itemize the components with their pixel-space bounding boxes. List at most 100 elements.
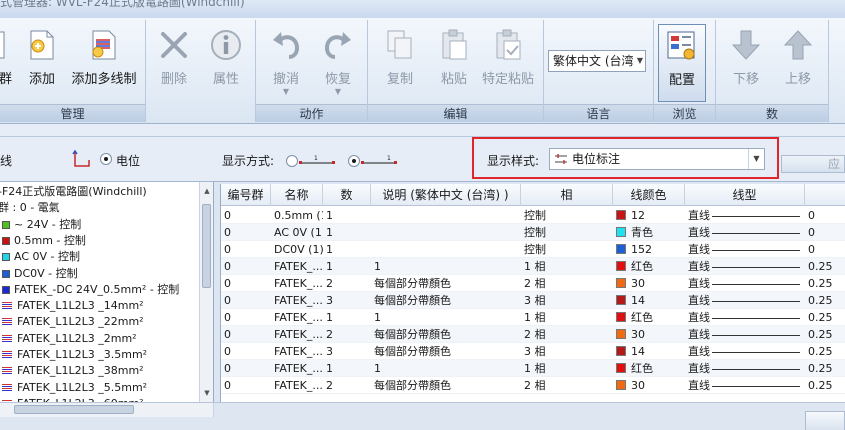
- table-cell-phase[interactable]: 2 相: [521, 377, 613, 394]
- tree-vertical-scrollbar[interactable]: ▲ ▼: [199, 182, 213, 402]
- table-cell-ltype[interactable]: 直线: [685, 377, 805, 394]
- table-cell-count[interactable]: 2: [323, 275, 371, 292]
- apply-button[interactable]: 应: [781, 155, 845, 173]
- table-cell-count[interactable]: 1: [323, 224, 371, 241]
- tree-item[interactable]: FATEK_L1L2L3 _22mm²: [2, 314, 144, 330]
- table-cell-count[interactable]: 1: [323, 241, 371, 258]
- table-cell-width[interactable]: 0: [805, 207, 845, 224]
- column-header[interactable]: [805, 184, 845, 206]
- wire-style-tree[interactable]: ▲ ▼ -F24正式版電路圖(Windchill) 群 : 0 - 電氣 ~ 24V…: [0, 182, 214, 402]
- table-cell-name[interactable]: FATEK_...: [271, 360, 323, 377]
- redo-dropdown-arrow[interactable]: ▼: [310, 87, 366, 96]
- table-cell-ltype[interactable]: 直线: [685, 360, 805, 377]
- scroll-down-icon[interactable]: ▼: [200, 386, 213, 400]
- table-cell-phase[interactable]: 1 相: [521, 360, 613, 377]
- scroll-thumb[interactable]: [202, 204, 211, 288]
- delete-button[interactable]: 删除: [146, 24, 202, 100]
- table-cell-desc[interactable]: 每個部分帶顏色: [371, 343, 521, 360]
- table-cell-count[interactable]: 1: [323, 207, 371, 224]
- table-cell-group[interactable]: 0: [221, 275, 271, 292]
- tree-item[interactable]: -F24正式版電路圖(Windchill): [0, 184, 147, 200]
- table-cell-color-name[interactable]: 红色: [613, 309, 685, 326]
- table-row[interactable]: 00.5mm (1)1控制12直线0: [221, 207, 845, 224]
- column-header[interactable]: 数: [323, 184, 371, 206]
- table-cell-color-name[interactable]: 14: [613, 292, 685, 309]
- table-cell-name[interactable]: FATEK_...: [271, 326, 323, 343]
- move-down-button[interactable]: 下移: [718, 24, 774, 100]
- table-cell-desc[interactable]: 每個部分帶顏色: [371, 326, 521, 343]
- tree-item[interactable]: ~ 24V - 控制: [2, 217, 81, 233]
- table-cell-count[interactable]: 3: [323, 292, 371, 309]
- table-cell-color-name[interactable]: 青色: [613, 224, 685, 241]
- table-cell-group[interactable]: 0: [221, 360, 271, 377]
- table-cell-ltype[interactable]: 直线: [685, 258, 805, 275]
- table-cell-width[interactable]: 0.25: [805, 377, 845, 394]
- scroll-thumb[interactable]: [14, 405, 134, 414]
- table-cell-name[interactable]: FATEK_...: [271, 343, 323, 360]
- table-cell-width[interactable]: 0.25: [805, 275, 845, 292]
- redo-button[interactable]: 恢复 ▼: [310, 24, 366, 100]
- table-cell-name[interactable]: DC0V (1): [271, 241, 323, 258]
- scroll-up-icon[interactable]: ▲: [200, 184, 213, 198]
- table-cell-phase[interactable]: 控制: [521, 224, 613, 241]
- table-cell-desc[interactable]: 1: [371, 360, 521, 377]
- table-cell-width[interactable]: 0: [805, 224, 845, 241]
- move-up-button[interactable]: 上移: [770, 24, 826, 100]
- table-cell-ltype[interactable]: 直线: [685, 241, 805, 258]
- tree-item[interactable]: FATEK_L1L2L3 _3.5mm²: [2, 347, 147, 363]
- table-cell-width[interactable]: 0.25: [805, 343, 845, 360]
- properties-button[interactable]: 属性: [198, 24, 254, 100]
- column-header[interactable]: 名称: [271, 184, 323, 206]
- table-cell-name[interactable]: AC 0V (1): [271, 224, 323, 241]
- table-cell-width[interactable]: 0.25: [805, 360, 845, 377]
- tree-item[interactable]: FATEK_-DC 24V_0.5mm² - 控制: [2, 282, 179, 298]
- table-cell-group[interactable]: 0: [221, 326, 271, 343]
- display-mode-radio-1[interactable]: [286, 155, 298, 167]
- tree-item[interactable]: 群 : 0 - 電氣: [0, 200, 60, 216]
- table-cell-color-name[interactable]: 红色: [613, 360, 685, 377]
- table-cell-width[interactable]: 0.25: [805, 292, 845, 309]
- table-row[interactable]: 0 FATEK_... 2 每個部分帶顏色 2 相 30 直线 0.25: [221, 275, 845, 292]
- add-button[interactable]: 添加: [14, 24, 70, 100]
- potential-radio[interactable]: [100, 153, 112, 165]
- table-row[interactable]: 0 FATEK_... 1 1 1 相红色 直线 0.25: [221, 258, 845, 275]
- paste-button[interactable]: 粘贴: [426, 24, 482, 100]
- table-cell-ltype[interactable]: 直线: [685, 309, 805, 326]
- table-cell-phase[interactable]: 控制: [521, 241, 613, 258]
- table-cell-ltype[interactable]: 直线: [685, 292, 805, 309]
- bottom-button[interactable]: [805, 411, 845, 430]
- tree-item[interactable]: 0.5mm - 控制: [2, 233, 86, 249]
- table-cell-width[interactable]: 0.25: [805, 326, 845, 343]
- table-cell-name[interactable]: FATEK_...: [271, 292, 323, 309]
- table-cell-color-name[interactable]: 152: [613, 241, 685, 258]
- table-cell-phase[interactable]: 控制: [521, 207, 613, 224]
- undo-button[interactable]: 撤消 ▼: [258, 24, 314, 100]
- table-cell-desc[interactable]: [371, 224, 521, 241]
- table-cell-phase[interactable]: 2 相: [521, 326, 613, 343]
- table-cell-phase[interactable]: 2 相: [521, 275, 613, 292]
- table-row[interactable]: 0 DC0V (1) 1 控制 152 直线 0: [221, 241, 845, 258]
- table-cell-group[interactable]: 0: [221, 377, 271, 394]
- table-cell-width[interactable]: 0: [805, 241, 845, 258]
- table-row[interactable]: 0 FATEK_... 3 每個部分帶顏色 3 相 14 直线 0.25: [221, 343, 845, 360]
- table-cell-color-name[interactable]: 14: [613, 343, 685, 360]
- table-cell-count[interactable]: 2: [323, 326, 371, 343]
- table-cell-ltype[interactable]: 直线: [685, 207, 805, 224]
- column-header[interactable]: 说明 (繁体中文 (台湾) ): [371, 184, 521, 206]
- table-row[interactable]: 0 FATEK_... 2 每個部分帶顏色 2 相 30 直线 0.25: [221, 326, 845, 343]
- table-cell-phase[interactable]: 3 相: [521, 343, 613, 360]
- table-cell-phase[interactable]: 3 相: [521, 292, 613, 309]
- table-cell-desc[interactable]: 1: [371, 258, 521, 275]
- undo-dropdown-arrow[interactable]: ▼: [258, 87, 314, 96]
- column-header[interactable]: 线颜色: [613, 184, 685, 206]
- table-row[interactable]: 0 FATEK_... 1 1 1 相红色 直线 0.25: [221, 360, 845, 377]
- table-cell-ltype[interactable]: 直线: [685, 275, 805, 292]
- table-cell-width[interactable]: 0.25: [805, 258, 845, 275]
- table-row[interactable]: 0 AC 0V (1) 1 控制 青色 直线 0: [221, 224, 845, 241]
- tree-item[interactable]: FATEK_L1L2L3 _38mm²: [2, 363, 144, 379]
- table-cell-ltype[interactable]: 直线: [685, 224, 805, 241]
- table-cell-color-name[interactable]: 红色: [613, 258, 685, 275]
- table-cell-phase[interactable]: 1 相: [521, 258, 613, 275]
- add-multi-wire-button[interactable]: 添加多线制: [71, 24, 137, 100]
- table-cell-group[interactable]: 0: [221, 241, 271, 258]
